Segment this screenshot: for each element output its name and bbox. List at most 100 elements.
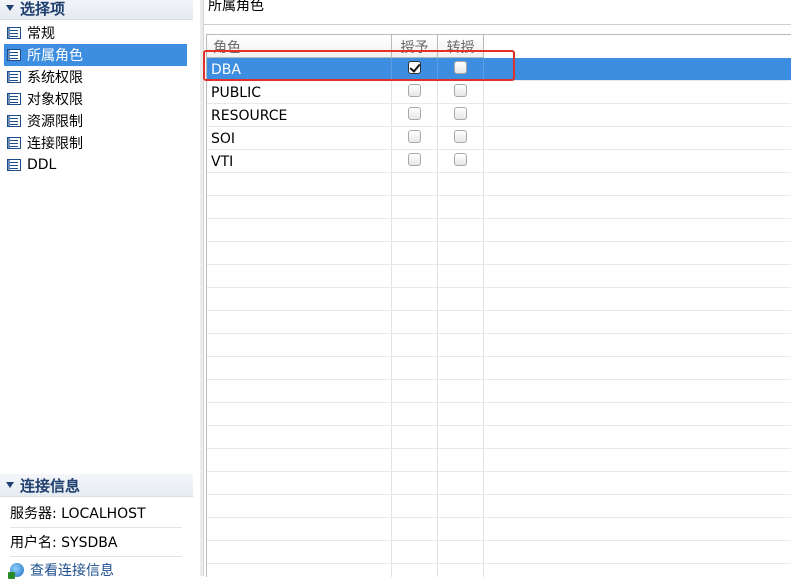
empty-table-row: [207, 472, 791, 495]
column-header-role[interactable]: 角色: [207, 35, 392, 58]
admin-checkbox[interactable]: [454, 84, 467, 97]
grant-cell: [392, 334, 438, 356]
options-header-label: 选择项: [20, 0, 66, 18]
role-cell: [207, 426, 392, 448]
username-info: 用户名: SYSDBA: [10, 528, 182, 557]
admin-cell: [438, 81, 484, 103]
admin-cell: [438, 265, 484, 287]
collapse-triangle-icon[interactable]: [6, 482, 14, 488]
grant-cell: [392, 127, 438, 149]
nav-item[interactable]: DDL: [4, 154, 187, 176]
admin-cell: [438, 564, 484, 577]
collapse-triangle-icon[interactable]: [6, 5, 14, 11]
admin-cell: [438, 219, 484, 241]
options-section-header[interactable]: 选择项: [0, 0, 193, 20]
grant-checkbox[interactable]: [408, 153, 421, 166]
role-cell: [207, 518, 392, 540]
empty-table-row: [207, 242, 791, 265]
page-icon: [7, 115, 21, 127]
nav-item[interactable]: 常规: [4, 22, 187, 44]
empty-table-row: [207, 380, 791, 403]
table-row[interactable]: DBA: [207, 58, 791, 81]
grant-cell: [392, 288, 438, 310]
grant-cell: [392, 541, 438, 563]
nav-item[interactable]: 所属角色: [4, 44, 187, 66]
table-row[interactable]: SOI: [207, 127, 791, 150]
role-cell: [207, 472, 392, 494]
grant-cell: [392, 265, 438, 287]
admin-cell: [438, 242, 484, 264]
grant-cell: [392, 495, 438, 517]
globe-icon: [8, 563, 24, 579]
admin-cell: [438, 311, 484, 333]
page-icon: [7, 71, 21, 83]
grant-cell: [392, 357, 438, 379]
admin-cell: [438, 518, 484, 540]
grant-cell: [392, 472, 438, 494]
nav-item[interactable]: 系统权限: [4, 66, 187, 88]
grant-cell: [392, 564, 438, 577]
table-row[interactable]: VTI: [207, 150, 791, 173]
table-row[interactable]: PUBLIC: [207, 81, 791, 104]
role-cell: [207, 242, 392, 264]
nav-item-label: 资源限制: [27, 114, 83, 130]
admin-checkbox[interactable]: [454, 107, 467, 120]
empty-table-row: [207, 449, 791, 472]
role-cell: [207, 357, 392, 379]
role-cell: [207, 219, 392, 241]
connection-section-header[interactable]: 连接信息: [0, 474, 193, 497]
admin-cell: [438, 380, 484, 402]
role-cell: SOI: [207, 127, 392, 149]
role-cell: PUBLIC: [207, 81, 392, 103]
grant-cell: [392, 196, 438, 218]
empty-table-row: [207, 426, 791, 449]
empty-table-row: [207, 311, 791, 334]
options-nav-list: 常规所属角色 系统权限 对象权限资源限制连接限制 DDL: [4, 22, 187, 176]
roles-table: 角色 授予 转授 DBA PUBLIC RESOURCE SOI VTI: [206, 34, 791, 577]
role-cell: [207, 311, 392, 333]
grant-cell: [392, 311, 438, 333]
empty-table-row: [207, 334, 791, 357]
admin-cell: [438, 403, 484, 425]
admin-cell: [438, 150, 484, 172]
page-icon: [7, 49, 21, 61]
column-header-admin[interactable]: 转授: [438, 35, 484, 58]
admin-cell: [438, 196, 484, 218]
table-row[interactable]: RESOURCE: [207, 104, 791, 127]
grant-checkbox[interactable]: [408, 61, 421, 74]
grant-cell: [392, 150, 438, 172]
grant-checkbox[interactable]: [408, 84, 421, 97]
grant-cell: [392, 426, 438, 448]
role-cell: RESOURCE: [207, 104, 392, 126]
admin-cell: [438, 426, 484, 448]
server-label: 服务器: LOCALHOST: [10, 506, 146, 522]
empty-table-row: [207, 495, 791, 518]
grant-checkbox[interactable]: [408, 107, 421, 120]
grant-checkbox[interactable]: [408, 130, 421, 143]
admin-checkbox[interactable]: [454, 130, 467, 143]
nav-item[interactable]: 对象权限: [4, 88, 187, 110]
role-cell: DBA: [207, 58, 392, 80]
role-cell: [207, 265, 392, 287]
role-cell: [207, 564, 392, 577]
role-cell: [207, 541, 392, 563]
admin-cell: [438, 541, 484, 563]
nav-item-label: 连接限制: [27, 136, 83, 152]
empty-table-row: [207, 219, 791, 242]
view-connection-info-label[interactable]: 查看连接信息: [30, 560, 114, 580]
grant-cell: [392, 380, 438, 402]
view-connection-info-link[interactable]: 查看连接信息: [8, 560, 114, 580]
admin-checkbox[interactable]: [454, 61, 467, 74]
admin-checkbox[interactable]: [454, 153, 467, 166]
role-cell: [207, 288, 392, 310]
role-cell: VTI: [207, 150, 392, 172]
empty-table-row: [207, 541, 791, 564]
nav-item[interactable]: 资源限制: [4, 110, 187, 132]
empty-table-row: [207, 173, 791, 196]
nav-item-label: 常规: [27, 26, 55, 42]
empty-table-row: [207, 403, 791, 426]
empty-table-row: [207, 518, 791, 541]
nav-item[interactable]: 连接限制: [4, 132, 187, 154]
admin-cell: [438, 58, 484, 80]
column-header-grant[interactable]: 授予: [392, 35, 438, 58]
